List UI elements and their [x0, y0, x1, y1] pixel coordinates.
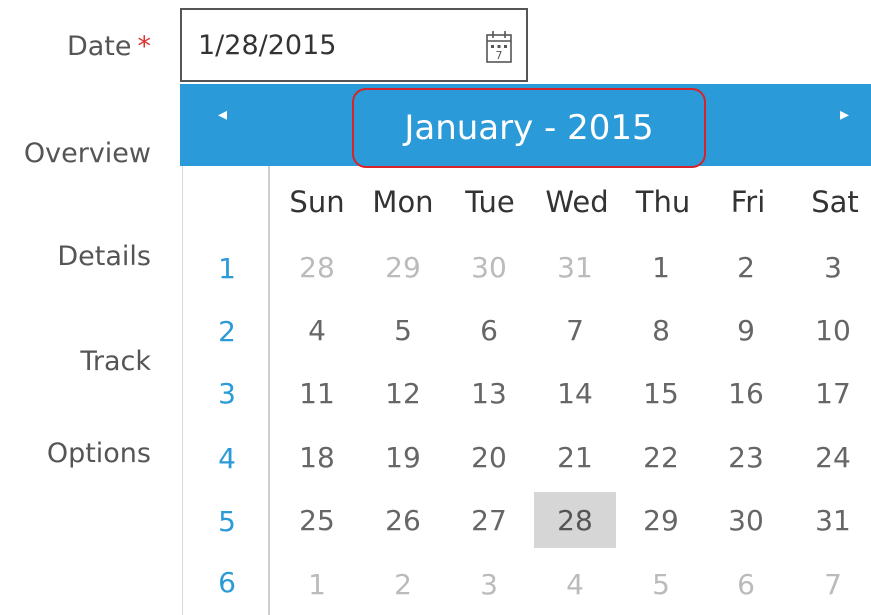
calendar-day-other-month[interactable]: 5 [620, 556, 702, 612]
calendar-day[interactable]: 22 [620, 429, 702, 485]
section-label-track[interactable]: Track [80, 348, 151, 375]
calendar-day[interactable]: 18 [276, 429, 358, 485]
calendar-day[interactable]: 21 [534, 429, 616, 485]
calendar-day[interactable]: 11 [276, 365, 358, 421]
calendar-day[interactable]: 27 [448, 492, 530, 548]
day-of-week-header: Sat [811, 185, 859, 219]
calendar-day[interactable]: 24 [792, 429, 871, 485]
calendar-day[interactable]: 9 [705, 302, 787, 358]
calendar-day-other-month[interactable]: 30 [448, 239, 530, 295]
calendar-day[interactable]: 7 [534, 302, 616, 358]
calendar-day[interactable]: 10 [792, 302, 871, 358]
calendar-day[interactable]: 8 [620, 302, 702, 358]
day-of-week-header: Fri [730, 185, 766, 219]
section-label-options[interactable]: Options [47, 440, 151, 467]
calendar-day[interactable]: 15 [620, 365, 702, 421]
calendar-day[interactable]: 1 [620, 239, 702, 295]
day-of-week-header: Wed [545, 185, 609, 219]
next-month-button[interactable]: ▸ [840, 106, 849, 124]
calendar-day-other-month[interactable]: 31 [534, 239, 616, 295]
calendar-day[interactable]: 2 [705, 239, 787, 295]
week-number-column: 1 2 3 4 5 6 [182, 166, 270, 615]
calendar-day-other-month[interactable]: 7 [792, 556, 871, 612]
calendar-day[interactable]: 30 [705, 492, 787, 548]
calendar-day-selected[interactable]: 28 [534, 492, 616, 548]
calendar-day[interactable]: 29 [620, 492, 702, 548]
required-marker: * [137, 31, 152, 62]
week-number: 4 [218, 442, 236, 475]
calendar-day-other-month[interactable]: 2 [362, 556, 444, 612]
day-of-week-header: Mon [372, 185, 434, 219]
date-label-text: Date [66, 31, 132, 62]
calendar-day[interactable]: 26 [362, 492, 444, 548]
calendar-day[interactable]: 25 [276, 492, 358, 548]
prev-month-button[interactable]: ◂ [218, 106, 227, 124]
calendar-day[interactable]: 5 [362, 302, 444, 358]
calendar-day-other-month[interactable]: 29 [362, 239, 444, 295]
calendar-day[interactable]: 14 [534, 365, 616, 421]
week-number: 5 [218, 505, 236, 538]
day-of-week-header: Thu [635, 185, 691, 219]
date-label: Date * [67, 33, 151, 60]
calendar-day[interactable]: 19 [362, 429, 444, 485]
calendar-day[interactable]: 16 [705, 365, 787, 421]
month-year-title[interactable]: January - 2015 [352, 88, 706, 168]
calendar-day[interactable]: 23 [705, 429, 787, 485]
calendar-day[interactable]: 3 [792, 239, 871, 295]
section-label-overview[interactable]: Overview [24, 140, 151, 167]
calendar-day-other-month[interactable]: 3 [448, 556, 530, 612]
day-of-week-header: Sun [289, 185, 345, 219]
calendar-day-other-month[interactable]: 6 [705, 556, 787, 612]
calendar-day-other-month[interactable]: 28 [276, 239, 358, 295]
week-number: 1 [218, 252, 236, 285]
calendar-day[interactable]: 20 [448, 429, 530, 485]
calendar-icon[interactable]: 7 [484, 28, 514, 66]
svg-text:7: 7 [496, 49, 503, 62]
calendar-header: ◂ January - 2015 ▸ [180, 84, 871, 168]
day-of-week-header: Tue [465, 185, 515, 219]
calendar-day[interactable]: 17 [792, 365, 871, 421]
calendar-day[interactable]: 6 [448, 302, 530, 358]
calendar-day-other-month[interactable]: 4 [534, 556, 616, 612]
calendar-day[interactable]: 31 [792, 492, 871, 548]
calendar-day[interactable]: 13 [448, 365, 530, 421]
calendar-day[interactable]: 12 [362, 365, 444, 421]
date-input[interactable] [182, 14, 470, 76]
week-number: 6 [218, 566, 236, 599]
calendar-day-other-month[interactable]: 1 [276, 556, 358, 612]
week-number: 2 [218, 315, 236, 348]
calendar-day[interactable]: 4 [276, 302, 358, 358]
week-number: 3 [218, 377, 236, 410]
section-label-details[interactable]: Details [57, 243, 151, 270]
date-field[interactable]: 7 [180, 8, 528, 82]
